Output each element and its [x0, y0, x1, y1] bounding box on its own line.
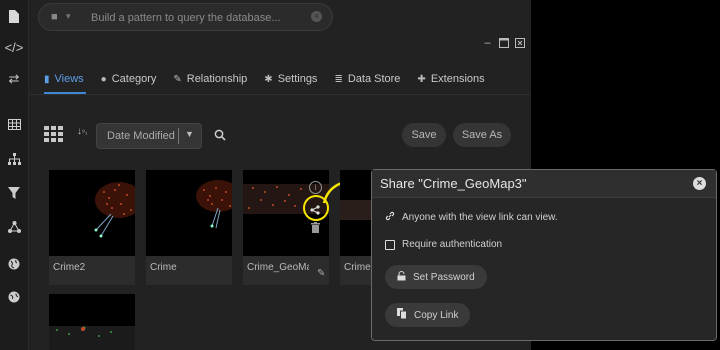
hierarchy-icon[interactable] [0, 148, 28, 170]
link-permission-row: Anyone with the view link can view. [385, 211, 558, 224]
bookmark-icon: ▮ [44, 73, 50, 85]
pencil-line-icon: ✎ [173, 73, 182, 85]
tab-settings[interactable]: ✱ Settings [264, 68, 317, 90]
globe-icon[interactable] [0, 253, 28, 275]
divider [29, 94, 531, 95]
select-divider [178, 128, 179, 144]
minimize-icon[interactable]: – [482, 38, 493, 49]
filter-icon[interactable] [0, 182, 28, 204]
require-auth-row[interactable]: Require authentication [385, 239, 502, 250]
link-icon [385, 211, 395, 224]
tab-label: Category [111, 73, 157, 85]
circle-icon: ● [100, 73, 107, 85]
copy-link-button[interactable]: Copy Link [385, 303, 471, 327]
gear-icon: ✱ [264, 73, 273, 85]
query-input[interactable] [89, 8, 303, 28]
tab-label: Settings [277, 73, 318, 85]
view-caption: Crime_GeoMap3 [247, 262, 309, 273]
link-permission-text: Anyone with the view link can view. [402, 212, 558, 223]
globe-alt-icon[interactable] [0, 286, 28, 308]
tab-label: Views [54, 73, 84, 85]
require-auth-label: Require authentication [402, 239, 503, 250]
tab-data-store[interactable]: ≣ Data Store [334, 68, 400, 90]
view-caption: Crime [150, 262, 177, 273]
clear-icon[interactable]: × [311, 11, 322, 22]
close-panel-icon[interactable] [514, 38, 525, 49]
puzzle-icon: ✚ [417, 73, 426, 85]
sort-select[interactable]: Date Modified ▼ [96, 123, 202, 149]
save-button[interactable]: Save [402, 123, 446, 147]
chevron-down-icon: ▼ [185, 129, 194, 139]
code-icon[interactable]: </> [0, 36, 28, 58]
network-icon[interactable] [0, 216, 28, 238]
save-as-button[interactable]: Save As [453, 123, 511, 147]
copy-link-label: Copy Link [414, 309, 459, 321]
view-card[interactable]: Crime [146, 170, 232, 285]
maximize-icon[interactable] [498, 38, 509, 49]
tab-extensions[interactable]: ✚ Extensions [417, 68, 484, 90]
view-caption: Crime2 [53, 262, 86, 273]
chevron-down-icon[interactable]: ▾ [66, 11, 71, 22]
set-password-label: Set Password [413, 271, 475, 283]
tab-label: Relationship [186, 73, 248, 85]
tab-label: Extensions [430, 73, 485, 85]
view-card[interactable]: Crime2 [49, 170, 135, 285]
copy-icon [397, 308, 407, 322]
file-icon[interactable] [0, 5, 28, 27]
tab-category[interactable]: ● Category [101, 68, 157, 90]
database-icon: ≣ [334, 73, 343, 85]
tab-views[interactable]: ▮ Views [44, 68, 84, 90]
database-icon[interactable]: ■ [51, 11, 63, 23]
view-thumbnail-partial[interactable] [49, 294, 135, 350]
require-auth-checkbox[interactable] [385, 239, 395, 250]
query-search-bar[interactable]: ■ ▾ × [38, 3, 333, 31]
close-icon[interactable]: × [693, 177, 706, 190]
edit-icon[interactable]: ✎ [317, 268, 325, 279]
lock-icon [397, 270, 406, 284]
share-dialog: Share "Crime_GeoMap3" × Anyone with the … [371, 169, 717, 341]
view-thumbnail [49, 170, 135, 256]
dialog-title: Share "Crime_GeoMap3" [380, 176, 527, 191]
grid-view-icon[interactable] [44, 126, 64, 147]
left-rail: </> ⇄ [0, 0, 29, 350]
tab-label: Data Store [347, 73, 401, 85]
set-password-button[interactable]: Set Password [385, 265, 487, 289]
sort-value: Date Modified [107, 130, 175, 142]
trash-icon[interactable] [311, 222, 320, 236]
tab-bar: ▮ Views ● Category ✎ Relationship ✱ Sett… [44, 68, 502, 92]
swap-arrows-icon[interactable]: ⇄ [0, 68, 28, 90]
dialog-header: Share "Crime_GeoMap3" × [372, 170, 716, 198]
view-thumbnail [146, 170, 232, 256]
tab-relationship[interactable]: ✎ Relationship [173, 68, 247, 90]
search-icon[interactable] [214, 128, 226, 146]
table-icon[interactable] [0, 113, 28, 135]
sort-order-icon[interactable]: ↓⁹₁ [77, 126, 87, 137]
